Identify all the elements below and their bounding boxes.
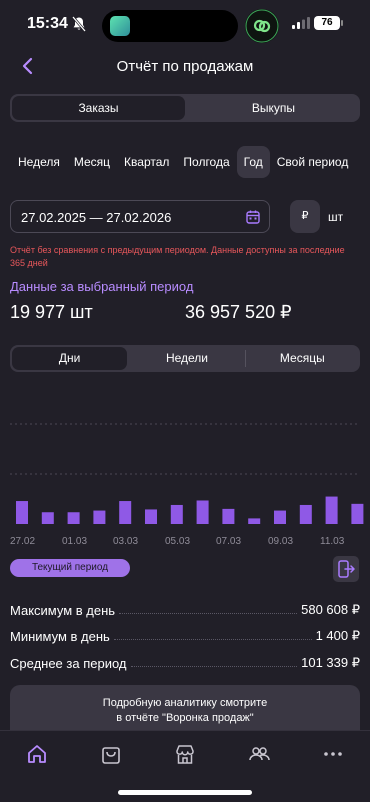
- funnel-report-hint[interactable]: Подробную аналитику смотрите в отчёте "В…: [10, 685, 360, 735]
- bag-icon[interactable]: [100, 743, 122, 765]
- people-icon[interactable]: [248, 743, 270, 765]
- period-half-year[interactable]: Полгода: [176, 146, 236, 178]
- unit-toggle-label[interactable]: шт: [328, 210, 343, 224]
- x-tick-label: 27.02: [10, 536, 36, 547]
- chart-bar[interactable]: [196, 500, 209, 524]
- chart-bar[interactable]: [170, 504, 183, 524]
- calendar-icon[interactable]: [246, 210, 260, 224]
- x-tick-label: 05.03: [165, 536, 191, 547]
- sales-chart-plot: [10, 423, 364, 524]
- period-year[interactable]: Год: [236, 146, 270, 178]
- hint-line-2: в отчёте "Воронка продаж": [116, 712, 254, 724]
- stat-label: Среднее за период: [10, 656, 127, 671]
- tab-weeks[interactable]: Недели: [129, 345, 244, 372]
- date-range-field[interactable]: 27.02.2025 — 27.02.2026: [10, 200, 270, 233]
- dotted-leader: [119, 613, 298, 614]
- summary-quantity: 19 977 шт: [10, 302, 93, 322]
- summary-title: Данные за выбранный период: [10, 279, 194, 294]
- stat-value: 1 400 ₽: [315, 628, 360, 643]
- stat-min-per-day: Минимум в день 1 400 ₽: [10, 624, 360, 644]
- app-icon: [110, 16, 130, 36]
- tab-days[interactable]: Дни: [12, 347, 128, 370]
- page-title: Отчёт по продажам: [116, 58, 254, 75]
- period-quarter[interactable]: Квартал: [117, 146, 176, 178]
- report-type-tabs: Заказы Выкупы: [10, 94, 360, 122]
- store-icon[interactable]: [174, 743, 196, 765]
- period-custom[interactable]: Свой период: [270, 146, 356, 178]
- status-bar: 15:34 76: [0, 0, 370, 52]
- chart-bar[interactable]: [119, 501, 132, 524]
- more-icon[interactable]: [322, 743, 344, 765]
- date-range-value: 27.02.2025 — 27.02.2026: [21, 210, 172, 225]
- period-week[interactable]: Неделя: [10, 146, 67, 178]
- x-tick-label: 09.03: [268, 536, 294, 547]
- tab-months[interactable]: Месяцы: [244, 345, 360, 372]
- home-indicator: [118, 790, 252, 795]
- chart-bar[interactable]: [351, 503, 364, 524]
- dotted-leader: [130, 666, 298, 667]
- signal-icon: [292, 17, 310, 29]
- stat-value: 101 339 ₽: [301, 655, 360, 670]
- bell-slash-icon: [72, 16, 86, 32]
- chart-bar[interactable]: [67, 512, 80, 524]
- stat-label: Максимум в день: [10, 603, 116, 618]
- chart-bar[interactable]: [325, 496, 338, 524]
- stat-max-per-day: Максимум в день 580 608 ₽: [10, 598, 360, 618]
- chart-bar[interactable]: [248, 518, 261, 524]
- x-tick-label: 11.03: [320, 536, 345, 547]
- chart-bar[interactable]: [16, 501, 28, 524]
- period-selector: Неделя Месяц Квартал Полгода Год Свой пе…: [10, 146, 362, 178]
- chart-bar[interactable]: [93, 510, 106, 524]
- stat-average: Среднее за период 101 339 ₽: [10, 651, 360, 671]
- tab-orders[interactable]: Заказы: [12, 96, 185, 120]
- tab-buyouts[interactable]: Выкупы: [187, 94, 360, 122]
- battery-indicator: 76: [314, 16, 340, 30]
- summary-amount: 36 957 520 ₽: [185, 302, 292, 322]
- current-period-legend[interactable]: Текущий период: [10, 559, 130, 577]
- chart-bar[interactable]: [299, 504, 312, 524]
- granularity-tabs: Дни Недели Месяцы: [10, 345, 360, 372]
- hint-line-1: Подробную аналитику смотрите: [102, 697, 268, 709]
- chart-bar[interactable]: [41, 512, 54, 524]
- dotted-leader: [113, 639, 312, 640]
- x-tick-label: 01.03: [62, 536, 88, 547]
- chart-bar[interactable]: [222, 508, 235, 524]
- sales-chart[interactable]: 27.02 01.03 03.03 05.03 07.03 09.03 11.0…: [0, 390, 370, 550]
- currency-toggle-button[interactable]: ₽: [290, 200, 320, 233]
- chart-bar[interactable]: [145, 509, 157, 524]
- stat-value: 580 608 ₽: [301, 602, 360, 617]
- chart-bar[interactable]: [274, 510, 286, 524]
- x-tick-label: 03.03: [113, 536, 139, 547]
- header: Отчёт по продажам: [0, 52, 370, 82]
- export-icon[interactable]: [333, 556, 359, 582]
- x-tick-label: 07.03: [216, 536, 242, 547]
- period-month[interactable]: Месяц: [67, 146, 117, 178]
- stat-label: Минимум в день: [10, 629, 110, 644]
- status-time: 15:34: [27, 15, 68, 32]
- battery-cap: [341, 20, 343, 26]
- period-warning: Отчёт без сравнения с предыдущим периодо…: [10, 245, 345, 268]
- link-icon[interactable]: [245, 9, 279, 43]
- home-icon[interactable]: [26, 743, 48, 765]
- dynamic-island: [102, 10, 238, 42]
